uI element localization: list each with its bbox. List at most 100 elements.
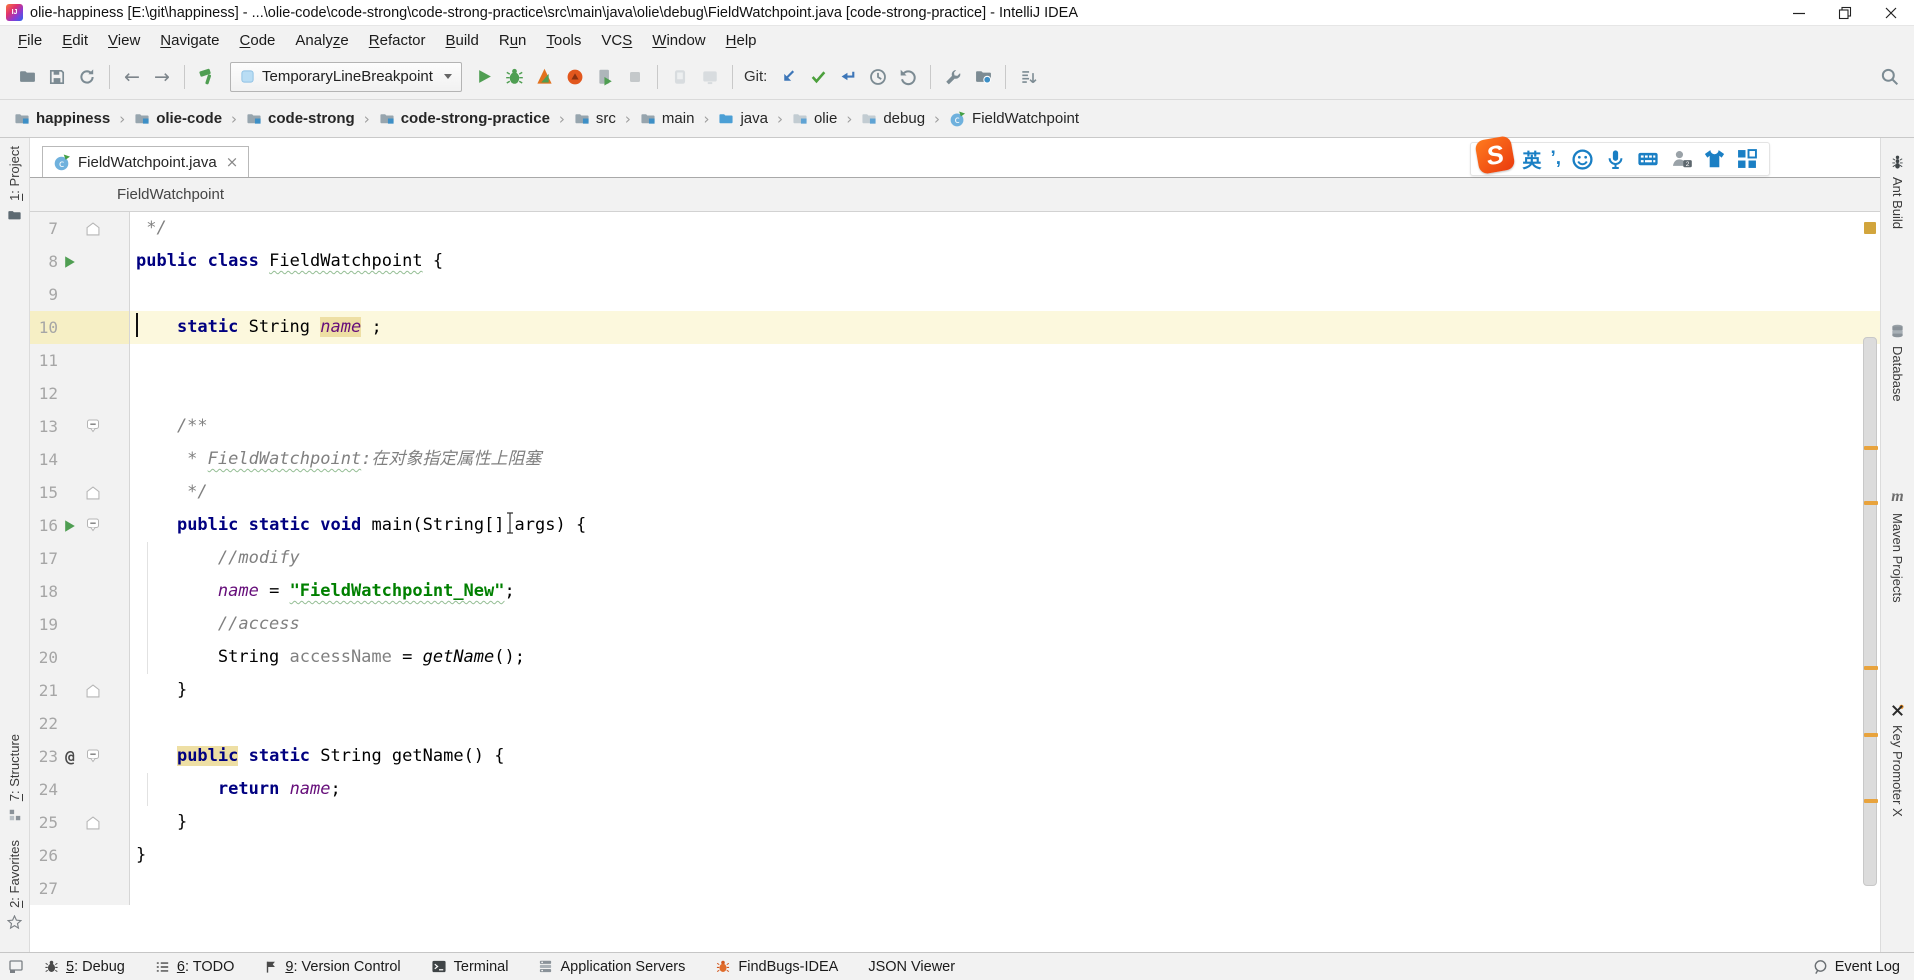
menu-item-analyze[interactable]: Analyze (285, 29, 358, 52)
code-line-19[interactable]: 19 //access (30, 608, 1880, 641)
tool-window-button-key-promoter-x[interactable]: Key Promoter X (1881, 703, 1914, 817)
menu-item-window[interactable]: Window (642, 29, 715, 52)
statusbar-terminal[interactable]: Terminal (431, 959, 509, 975)
git-update-button[interactable] (773, 62, 803, 92)
menu-item-navigate[interactable]: Navigate (150, 29, 229, 52)
code-line-15[interactable]: 15 */ (30, 476, 1880, 509)
statusbar-findbugs-idea[interactable]: FindBugs-IDEA (715, 959, 838, 975)
code-line-10[interactable]: 10 static String name ; (30, 311, 1880, 344)
code-line-20[interactable]: 20 String accessName = getName(); (30, 641, 1880, 674)
restore-button[interactable] (1822, 0, 1868, 25)
save-button[interactable] (42, 62, 72, 92)
code-line-17[interactable]: 17 //modify (30, 542, 1880, 575)
code-line-11[interactable]: 11 (30, 344, 1880, 377)
menu-item-vcs[interactable]: VCS (591, 29, 642, 52)
editor-scrollbar[interactable] (1863, 337, 1877, 886)
fold-end-icon[interactable] (86, 222, 100, 236)
profiler-button[interactable] (560, 62, 590, 92)
fold-start-icon[interactable] (86, 749, 100, 764)
ime-keyboard[interactable] (1636, 147, 1660, 171)
fold-end-icon[interactable] (86, 816, 100, 830)
breadcrumb-code-strong-practice[interactable]: code-strong-practice (377, 107, 552, 130)
debug-button[interactable] (500, 62, 530, 92)
fold-start-icon[interactable] (86, 518, 100, 533)
run-line-icon[interactable] (63, 519, 77, 533)
statusbar-6-todo[interactable]: 6: TODO (155, 959, 235, 975)
code-line-8[interactable]: 8public class FieldWatchpoint { (30, 245, 1880, 278)
warning-stripe-mark[interactable] (1864, 501, 1878, 505)
run-profiler-button[interactable] (590, 62, 620, 92)
warning-stripe-mark[interactable] (1864, 733, 1878, 737)
menu-item-view[interactable]: View (98, 29, 150, 52)
menu-item-build[interactable]: Build (435, 29, 488, 52)
tool-window-switcher-icon[interactable] (6, 960, 26, 974)
settings-wrench-button[interactable] (938, 62, 968, 92)
menu-item-edit[interactable]: Edit (52, 29, 98, 52)
code-line-22[interactable]: 22 (30, 707, 1880, 740)
breadcrumb-src[interactable]: src (572, 107, 618, 130)
statusbar-event-log[interactable]: Event Log (1812, 959, 1900, 975)
fold-start-icon[interactable] (86, 419, 100, 434)
sync-button[interactable] (72, 62, 102, 92)
warning-stripe-mark[interactable] (1864, 666, 1878, 670)
tool-window-button-database[interactable]: Database (1881, 323, 1914, 402)
ime-shirt[interactable] (1702, 147, 1726, 171)
compare-button[interactable] (1013, 62, 1043, 92)
menu-item-help[interactable]: Help (716, 29, 767, 52)
forward-arrow-button[interactable]: → (147, 62, 177, 92)
menu-item-file[interactable]: File (8, 29, 52, 52)
code-line-23[interactable]: 23@ public static String getName() { (30, 740, 1880, 773)
code-line-27[interactable]: 27 (30, 872, 1880, 905)
history-clock-button[interactable] (863, 62, 893, 92)
run-configuration-select[interactable]: TemporaryLineBreakpoint (230, 62, 462, 92)
inspection-indicator[interactable] (1864, 222, 1876, 234)
breadcrumb-main[interactable]: main (638, 107, 697, 130)
code-line-12[interactable]: 12 (30, 377, 1880, 410)
git-commit-button[interactable] (803, 62, 833, 92)
code-line-16[interactable]: 16 public static void main(String[]args)… (30, 509, 1880, 542)
breadcrumb-olie[interactable]: olie (790, 107, 839, 130)
breadcrumb-happiness[interactable]: happiness (12, 107, 112, 130)
ime-mic[interactable] (1603, 147, 1627, 171)
code-line-25[interactable]: 25 } (30, 806, 1880, 839)
build-hammer-button[interactable] (192, 62, 222, 92)
menu-item-tools[interactable]: Tools (536, 29, 591, 52)
warning-stripe-mark[interactable] (1864, 799, 1878, 803)
code-line-13[interactable]: 13 /** (30, 410, 1880, 443)
fold-end-icon[interactable] (86, 486, 100, 500)
menu-item-run[interactable]: Run (489, 29, 537, 52)
project-structure-button[interactable] (968, 62, 998, 92)
ime-en[interactable]: 英 (1522, 146, 1541, 173)
git-fetch-button[interactable] (833, 62, 863, 92)
tool-window-button-1-project[interactable]: 1: Project (0, 146, 29, 222)
tab-close-icon[interactable]: × (226, 153, 239, 171)
code-line-18[interactable]: 18 name = "FieldWatchpoint_New"; (30, 575, 1880, 608)
breadcrumb-java[interactable]: java (716, 107, 770, 130)
sogou-logo-icon[interactable]: S (1475, 135, 1516, 175)
breadcrumb-debug[interactable]: debug (859, 107, 927, 130)
editor-breadcrumb-class[interactable]: FieldWatchpoint (117, 186, 224, 203)
ime-grid[interactable] (1735, 147, 1759, 171)
ime-smiley[interactable] (1570, 147, 1594, 171)
tab-fieldwatchpoint[interactable]: c FieldWatchpoint.java × (42, 146, 249, 177)
back-arrow-button[interactable]: ← (117, 62, 147, 92)
code-editor[interactable]: 7 */8public class FieldWatchpoint {910 s… (30, 212, 1880, 952)
close-button[interactable] (1868, 0, 1914, 25)
menu-item-code[interactable]: Code (230, 29, 286, 52)
run-button[interactable] (470, 62, 500, 92)
fold-end-icon[interactable] (86, 684, 100, 698)
code-line-14[interactable]: 14 * FieldWatchpoint:在对象指定属性上阻塞 (30, 443, 1880, 476)
statusbar-json-viewer[interactable]: JSON Viewer (868, 959, 955, 975)
statusbar-5-debug[interactable]: 5: Debug (44, 959, 125, 975)
warning-stripe-mark[interactable] (1864, 446, 1878, 450)
tool-window-button-7-structure[interactable]: 7: Structure (0, 734, 29, 822)
code-line-9[interactable]: 9 (30, 278, 1880, 311)
code-line-7[interactable]: 7 */ (30, 212, 1880, 245)
rollback-button[interactable] (893, 62, 923, 92)
tool-window-button-maven-projects[interactable]: mMaven Projects (1881, 488, 1914, 603)
open-folder-button[interactable] (12, 62, 42, 92)
breadcrumb-olie-code[interactable]: olie-code (132, 107, 224, 130)
menu-item-refactor[interactable]: Refactor (359, 29, 436, 52)
run-line-icon[interactable] (63, 255, 77, 269)
ime-user[interactable]: 2 (1669, 147, 1693, 171)
